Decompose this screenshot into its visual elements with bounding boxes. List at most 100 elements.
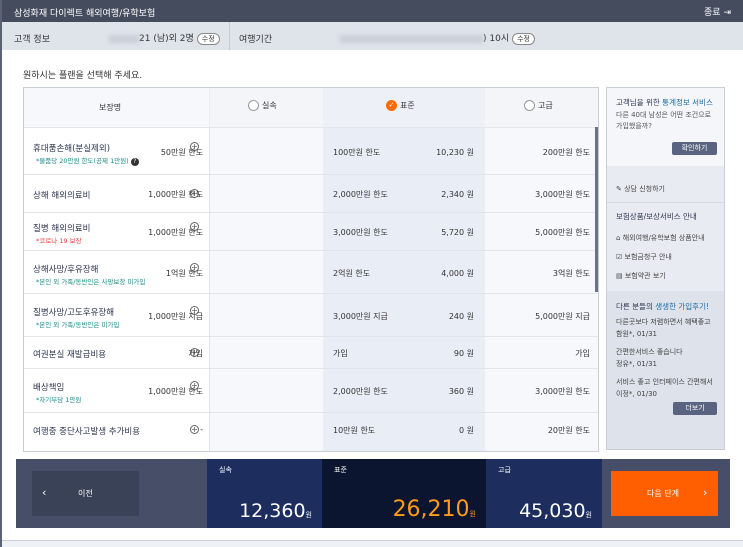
premium-coverage: 20만원 한도 bbox=[547, 426, 590, 435]
radio-icon bbox=[524, 100, 535, 111]
plane-icon: ⌂ bbox=[616, 234, 621, 242]
basic-coverage: 1,000만원 한도 bbox=[148, 190, 203, 199]
more-button[interactable]: 더보기 bbox=[673, 402, 717, 415]
plan-table: 보장명 실속 ✓ 표준 고급 휴대품손해(분실제외) *물품당 20만원 한도(공제… bbox=[23, 87, 599, 452]
coverage-name: 여행중 중단사고발생 추가비용 bbox=[33, 427, 141, 437]
coverage-note: *본인 외 가족/동반인은 미가입 bbox=[36, 321, 120, 329]
standard-price: 240 원 bbox=[448, 312, 474, 321]
table-row: 상해 해외의료비 +1,000만원 한도 2,000만원 한도 2,340 원 3,00… bbox=[24, 174, 598, 212]
review-author: 함원*, 01/31 bbox=[616, 330, 658, 338]
basic-coverage: - bbox=[200, 425, 203, 434]
standard-coverage: 2,000만원 한도 bbox=[333, 387, 388, 396]
clipboard-icon: ☑ bbox=[616, 253, 623, 261]
period-label: 여행기간 bbox=[239, 35, 273, 45]
standard-coverage: 10만원 한도 bbox=[333, 426, 376, 435]
review-text: 서비스 좋고 인터페이스 간편해서 bbox=[616, 378, 713, 386]
edit-period-button[interactable]: 수정 bbox=[512, 33, 535, 45]
customer-value: 21 (남)외 2명 수정 bbox=[109, 31, 220, 45]
premium-coverage: 3억원 한도 bbox=[552, 269, 590, 278]
edit-icon: ✎ bbox=[616, 185, 622, 193]
premium-coverage: 200만원 한도 bbox=[542, 148, 590, 157]
premium-coverage: 3,000만원 한도 bbox=[535, 387, 590, 396]
app-title: 삼성화재 다이렉트 해외여행/유학보험 bbox=[14, 9, 156, 19]
scrollbar[interactable] bbox=[595, 127, 598, 292]
table-row: 휴대품손해(분실제외) *물품당 20만원 한도(공제 1만원) ? +50만원 한… bbox=[24, 127, 598, 174]
review-text: 간편한서비스 좋습니다 bbox=[616, 348, 683, 356]
premium-coverage: 5,000만원 지급 bbox=[535, 312, 590, 321]
price-footer: ‹ 이전 실속 12,360원 표준 26,210원 고급 45,030원 다음 단계… bbox=[16, 459, 730, 528]
price-premium[interactable]: 고급 45,030원 bbox=[486, 459, 602, 528]
expand-plus-icon[interactable]: + bbox=[190, 425, 199, 434]
standard-price: 360 원 bbox=[448, 387, 474, 396]
premium-coverage: 5,000만원 한도 bbox=[535, 228, 590, 237]
basic-coverage: 1,000만원 지급 bbox=[148, 312, 203, 321]
review-list: 다른곳보다 저렴하면서 혜택좋고함원*, 01/31 간편한서비스 좋습니다정유… bbox=[616, 316, 722, 400]
plan-option-standard[interactable]: ✓ 표준 bbox=[386, 100, 415, 111]
radio-icon bbox=[248, 100, 259, 111]
coverage-header: 보장명 bbox=[99, 103, 122, 112]
standard-coverage: 3,000만원 지급 bbox=[333, 312, 388, 321]
table-row: 질병사망/고도후유장해 *본인 외 가족/동반인은 미가입 +1,000만원 지급 3… bbox=[24, 293, 598, 336]
coverage-name: 질병사망/고도후유장해 bbox=[33, 308, 115, 318]
chevron-right-icon: › bbox=[703, 486, 708, 499]
price-standard[interactable]: 표준 26,210원 bbox=[322, 459, 486, 528]
coverage-name: 상해사망/후유장해 bbox=[33, 265, 99, 275]
confirm-button[interactable]: 확인하기 bbox=[672, 142, 717, 155]
standard-price: 10,230 원 bbox=[436, 148, 474, 157]
standard-coverage: 2,000만원 한도 bbox=[333, 190, 388, 199]
stats-text: 다른 40대 남성은 어떤 조건으로 가입했을까? bbox=[616, 111, 712, 130]
basic-coverage: 1,000만원 한도 bbox=[148, 387, 203, 396]
coverage-note: *코로나 19 보장 bbox=[36, 237, 82, 245]
period-value: ) 10시 수정 bbox=[340, 31, 535, 45]
prev-button[interactable]: ‹ 이전 bbox=[32, 471, 139, 516]
review-text: 다른곳보다 저렴하면서 혜택좋고 bbox=[616, 318, 711, 326]
close-button[interactable]: 종료 ⇥ bbox=[704, 5, 731, 18]
standard-coverage: 3,000만원 한도 bbox=[333, 228, 388, 237]
coverage-name: 상해 해외의료비 bbox=[33, 191, 91, 201]
table-row: 여행중 중단사고발생 추가비용 + - 10만원 한도 0 원 20만원 한도 bbox=[24, 412, 598, 446]
guide-link-terms[interactable]: ▤ 보험약관 보기 bbox=[616, 271, 666, 281]
next-button[interactable]: 다음 단계 › bbox=[611, 471, 718, 516]
table-row: 질병 해외의료비 *코로나 19 보장 +1,000만원 한도 3,000만원 한도 5… bbox=[24, 212, 598, 250]
coverage-note: *자기부담 1만원 bbox=[36, 396, 82, 404]
premium-coverage: 가입 bbox=[575, 349, 590, 358]
plan-option-basic[interactable]: 실속 bbox=[248, 100, 277, 111]
price-basic[interactable]: 실속 12,360원 bbox=[207, 459, 322, 528]
standard-coverage: 2억원 한도 bbox=[333, 269, 371, 278]
close-label: 종료 bbox=[704, 8, 721, 18]
guide-link-product[interactable]: ⌂ 해외여행/유학보험 상품안내 bbox=[616, 233, 705, 243]
coverage-name: 질병 해외의료비 bbox=[33, 224, 91, 234]
stats-title: 고객님을 위한 통계정보 서비스 bbox=[616, 98, 713, 107]
premium-coverage: 3,000만원 한도 bbox=[535, 190, 590, 199]
instruction-text: 원하시는 플랜을 선택해 주세요. bbox=[23, 71, 143, 81]
table-row: 배상책임 *자기부담 1만원 +1,000만원 한도 2,000만원 한도 360 원3… bbox=[24, 368, 598, 412]
edit-customer-button[interactable]: 수정 bbox=[196, 33, 220, 45]
coverage-name: 배상책임 bbox=[33, 383, 65, 393]
exit-icon: ⇥ bbox=[723, 8, 731, 18]
guide-link-claim[interactable]: ☑ 보험금청구 안내 bbox=[616, 252, 672, 262]
review-author: 이정*, 01/30 bbox=[616, 390, 658, 398]
standard-price: 4,000 원 bbox=[441, 269, 474, 278]
table-header: 보장명 실속 ✓ 표준 고급 bbox=[24, 88, 598, 127]
plan-option-premium[interactable]: 고급 bbox=[524, 100, 553, 111]
standard-price: 0 원 bbox=[459, 426, 474, 435]
help-icon: ? bbox=[130, 158, 139, 166]
review-author: 정유*, 01/31 bbox=[616, 360, 658, 368]
table-row: 상해사망/후유장해 *본인 외 가족/동반인은 사망보장 미가입 +1억원 한도 2억… bbox=[24, 250, 598, 293]
coverage-name: 휴대품손해(분실제외) bbox=[33, 144, 111, 154]
standard-price: 90 원 bbox=[453, 349, 474, 358]
basic-coverage: 1억원 한도 bbox=[165, 269, 203, 278]
coverage-note: *본인 외 가족/동반인은 사망보장 미가입 bbox=[36, 278, 146, 286]
basic-coverage: 50만원 한도 bbox=[160, 148, 203, 157]
basic-coverage: 가입 bbox=[188, 349, 203, 358]
chevron-left-icon: ‹ bbox=[42, 486, 47, 499]
checkmark-icon: ✓ bbox=[386, 100, 397, 111]
standard-coverage: 100만원 한도 bbox=[333, 148, 381, 157]
standard-price: 5,720 원 bbox=[441, 228, 474, 237]
coverage-name: 여권분실 재발급비용 bbox=[33, 350, 107, 360]
document-icon: ▤ bbox=[616, 272, 623, 280]
standard-coverage: 가입 bbox=[333, 349, 348, 358]
consult-link[interactable]: ✎ 상담 신청하기 bbox=[616, 184, 665, 194]
reviews-title: 다른 분들의 생생한 가입후기! bbox=[616, 302, 709, 311]
customer-label: 고객 정보 bbox=[14, 35, 50, 45]
